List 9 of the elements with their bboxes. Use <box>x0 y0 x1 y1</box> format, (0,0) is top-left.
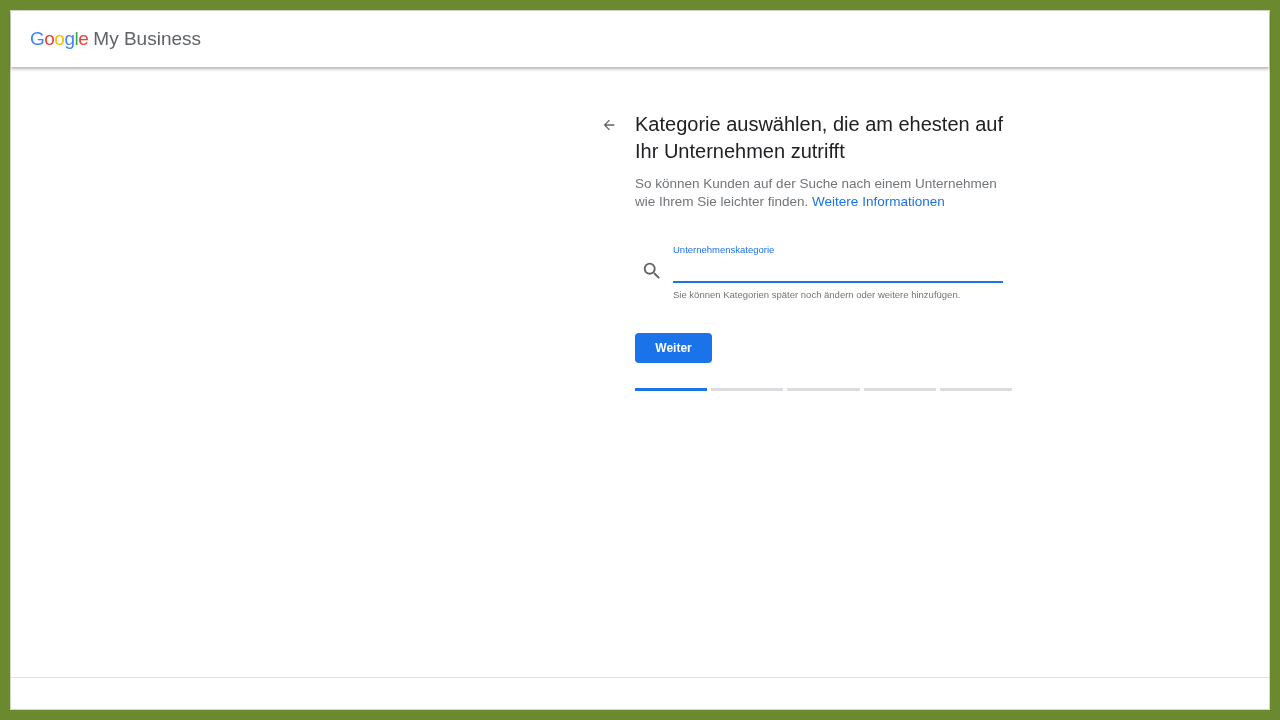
category-field[interactable]: Unternehmenskategorie <box>673 243 1003 284</box>
search-icon <box>641 260 663 282</box>
page-heading: Kategorie auswählen, die am ehesten auf Ihr Unternehmen zutrifft <box>635 112 1005 164</box>
product-logo[interactable]: Google My Business <box>30 24 202 54</box>
back-arrow-icon <box>601 117 617 133</box>
description-text: So können Kunden auf der Suche nach einem Unternehmen wie Ihrem Sie leichter finden. Weitere Informationen <box>635 175 998 211</box>
helper-text: Sie können Kategorien später noch ändern oder weitere hinzufügen. <box>673 288 962 303</box>
next-button[interactable]: Weiter <box>635 332 712 363</box>
more-info-link[interactable]: Weitere Informationen <box>812 194 945 209</box>
